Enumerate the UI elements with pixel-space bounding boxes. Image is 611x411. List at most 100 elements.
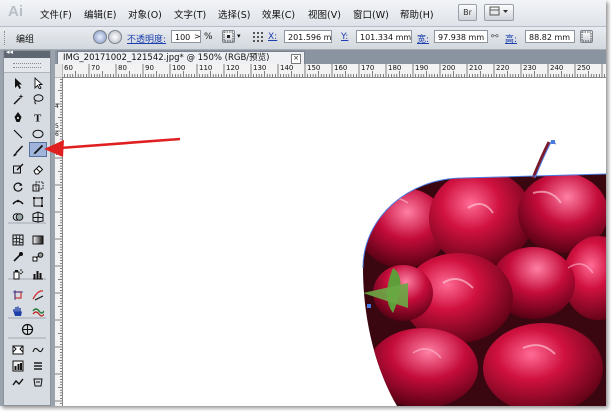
app-logo: Ai [8,3,23,20]
gradient-tool[interactable] [29,232,47,247]
type-icon: T [34,112,42,123]
slice-tool[interactable] [29,287,47,302]
hand-tool[interactable] [9,303,27,318]
width-tool[interactable] [9,194,27,209]
recolor-icon[interactable] [93,30,107,44]
menu-edit[interactable]: 编辑(E) [84,7,116,21]
annotation-arrow-icon [44,137,181,157]
menu-object[interactable]: 对象(O) [128,7,162,21]
chart-panel-tool[interactable] [9,358,27,373]
opacity-label[interactable]: 不透明度: [127,32,166,45]
constrain-proportions-icon[interactable]: ⚯ [491,32,499,42]
nine-point-icon [253,32,263,42]
line-segment-tool[interactable] [9,126,27,141]
draw-normal-tool[interactable] [9,342,27,357]
ruler-label: 170 [361,64,375,72]
menu-view[interactable]: 视图(V) [308,7,341,21]
arrange-documents-icon [489,6,508,16]
rotate-tool[interactable] [9,179,27,194]
close-icon[interactable]: × [291,54,301,64]
magic-wand-icon [13,93,24,104]
perspective-grid-tool[interactable] [29,209,47,224]
symbols-panel-icon [33,378,43,386]
ruler-label: 160 [334,64,348,72]
ruler-label: 230 [523,64,537,72]
shape-builder-tool[interactable] [9,209,27,224]
y-label[interactable]: Y: [341,32,348,42]
ruler-label: 140 [280,64,294,72]
blend-icon [32,251,44,261]
control-bar-grip[interactable] [4,31,8,45]
symbol-sprayer-tool[interactable] [9,266,27,281]
artboard-icon [13,289,23,300]
reference-point-arrow-icon[interactable]: ▾ [237,32,241,40]
ruler-label: 60 [64,64,73,72]
menu-window[interactable]: 窗口(W) [353,7,389,21]
align-reference-icon[interactable] [222,30,235,43]
brushes-panel-tool[interactable] [9,374,27,389]
x-position-input[interactable]: 201.596 mm [284,30,332,43]
roselle-photo [363,174,606,406]
screen-mode-tool[interactable] [29,342,47,357]
blob-brush-tool[interactable] [9,161,27,176]
symbols-panel-tool[interactable] [29,374,47,389]
menu-type[interactable]: 文字(T) [174,7,206,21]
column-graph-tool[interactable] [29,266,47,281]
menu-select[interactable]: 选择(S) [218,7,250,21]
mesh-tool[interactable] [9,232,27,247]
type-tool[interactable]: T [29,109,47,124]
free-transform-tool[interactable] [29,194,47,209]
tools-panel-grip[interactable] [4,58,50,73]
selection-type-label: 编组 [16,35,35,45]
magic-wand-tool[interactable] [9,91,27,106]
horizontal-ruler[interactable]: 60 70 80 90 100 110 120 130 140 150 160 … [62,64,606,78]
paintbrush-tool[interactable] [9,143,27,158]
free-transform-icon [33,196,43,207]
direct-selection-tool[interactable] [29,75,47,90]
ruler-label: 200 [442,64,456,72]
ruler-label: 4 [55,103,59,110]
menu-effect[interactable]: 效果(C) [262,7,295,21]
vertical-ruler[interactable]: 4 5 6 7 [55,77,63,406]
svg-text:T: T [34,112,42,123]
lasso-tool[interactable] [29,91,47,106]
height-label[interactable]: 高: [505,32,517,45]
pen-icon [14,111,22,122]
menu-file[interactable]: 文件(F) [40,7,72,21]
blend-tool[interactable] [29,249,47,264]
stacked-panel-tool[interactable] [29,358,47,373]
selection-arrow-icon [15,77,22,89]
stacked-panel-icon [34,361,42,370]
hand-icon [13,306,22,316]
scale-tool[interactable] [29,179,47,194]
control-bar: 编组 不透明度: 100 > % ▾ X: 201.596 mm Y: 1 [0,27,606,50]
width-input[interactable]: 97.938 mm [434,30,488,43]
document-tab[interactable]: IMG_20171002_121542.jpg* @ 150% (RGB/预览)… [57,51,305,64]
eyedropper-tool[interactable] [9,249,27,264]
ruler-label: 190 [415,64,429,72]
menu-help[interactable]: 帮助(H) [400,7,434,21]
style-icon[interactable] [108,30,122,44]
crosshair-icon [21,323,33,336]
artboard-tool[interactable] [9,287,27,302]
x-label[interactable]: X: [268,32,277,42]
y-position-input[interactable]: 101.334 mm [356,30,412,43]
collapse-panel-icon[interactable]: ◂◂ [6,48,13,56]
transform-panel-icon[interactable] [580,30,593,43]
column-graph-icon [33,270,43,279]
bridge-button[interactable]: Br [458,4,477,21]
shape-builder-icon [12,212,24,221]
tools-panel-header[interactable]: ◂◂ [4,48,50,58]
document-tab-title: IMG_20171002_121542.jpg* @ 150% (RGB/预览) [63,53,270,63]
fill-stroke-swap-tool[interactable] [18,322,36,337]
selection-tool[interactable] [9,75,27,90]
zoom-tool[interactable] [29,303,47,318]
pen-tool[interactable] [9,109,27,124]
arrange-documents-button[interactable] [484,4,514,21]
line-segment-icon [13,129,23,138]
paintbrush-icon [13,145,24,156]
transform-reference-icon[interactable] [252,31,264,44]
opacity-dropdown-arrow-icon[interactable]: > [194,32,201,41]
width-label[interactable]: 宽: [417,32,429,45]
height-input[interactable]: 88.82 mm [525,30,575,43]
